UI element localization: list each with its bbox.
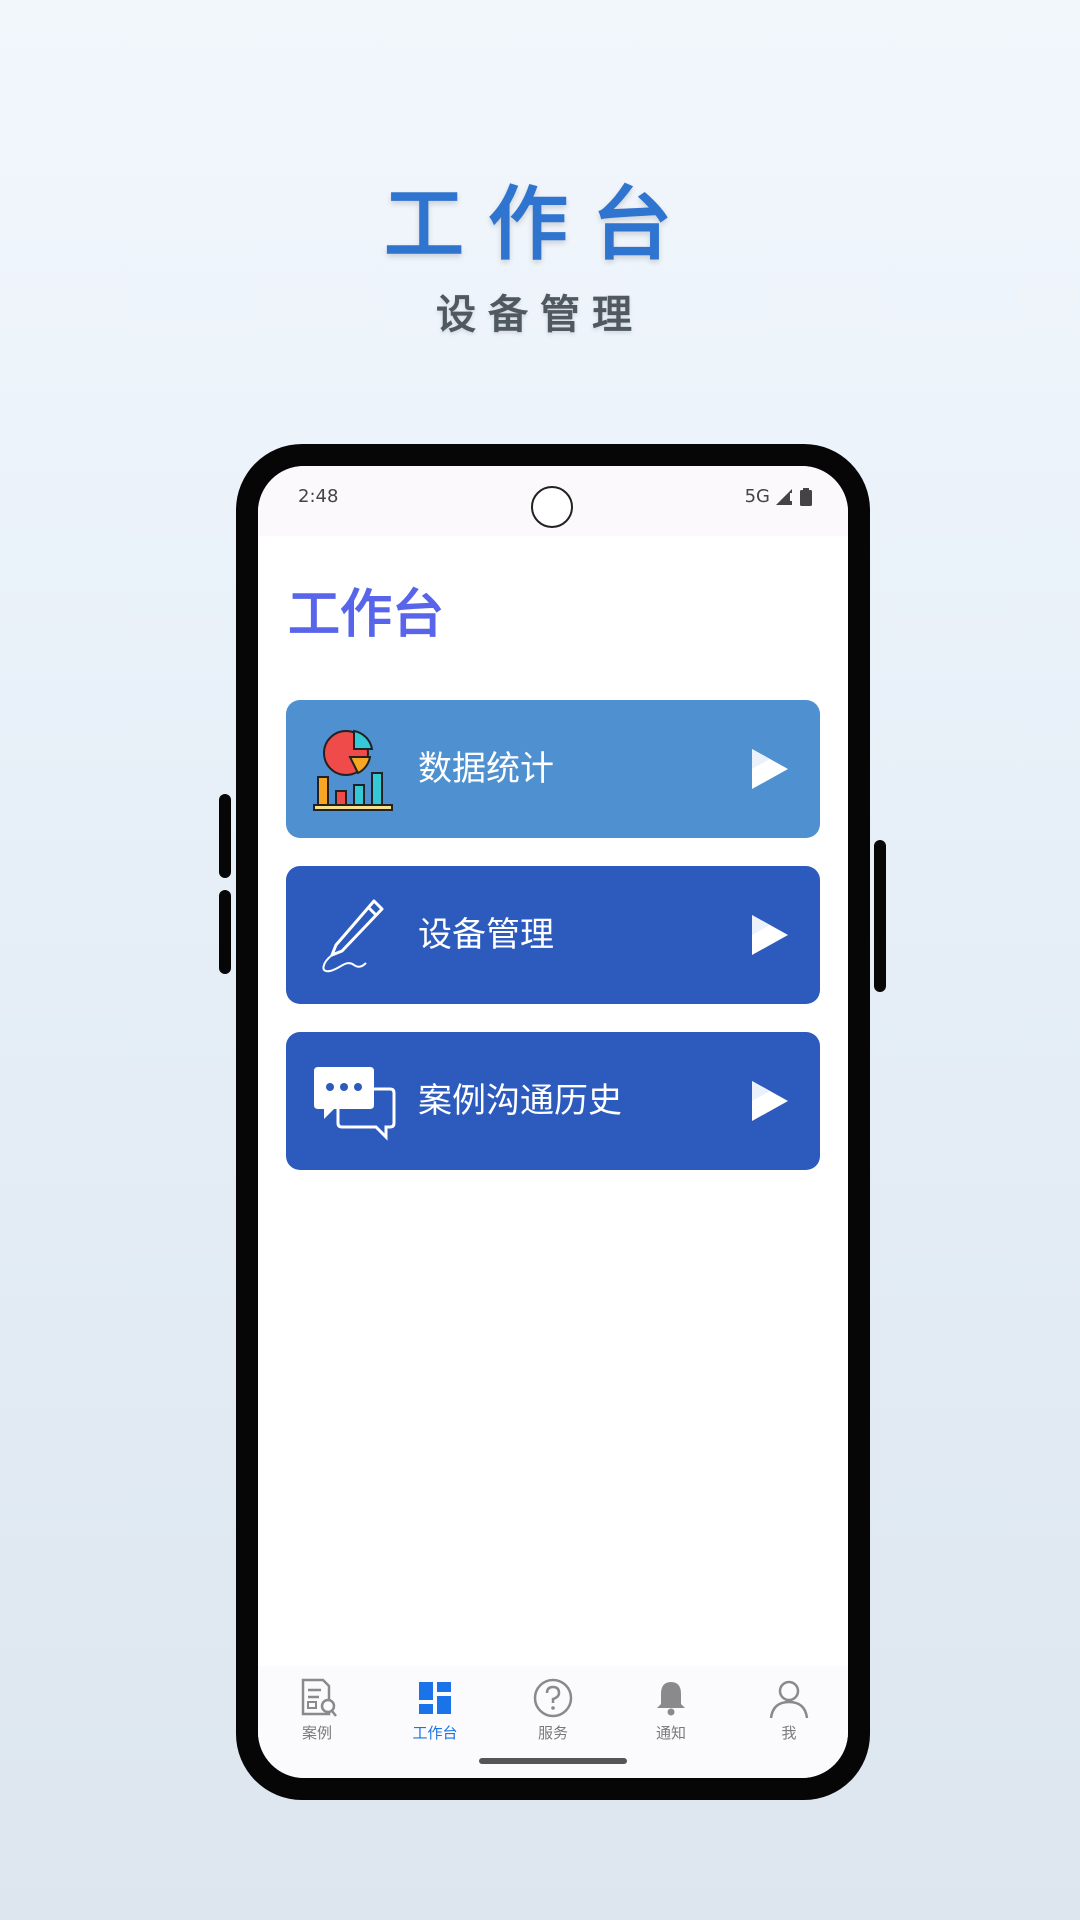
signal-icon (776, 488, 793, 505)
chat-icon (314, 1067, 396, 1141)
network-label: 5G (744, 486, 770, 507)
nav-item-me[interactable]: 我 (730, 1676, 848, 1756)
play-arrow-icon (752, 915, 788, 955)
play-arrow-icon (752, 1081, 788, 1121)
nav-item-dashboard[interactable]: 工作台 (376, 1676, 494, 1756)
phone-power-button (874, 840, 886, 992)
nav-item-notifications[interactable]: 通知 (612, 1676, 730, 1756)
pen-icon (322, 899, 384, 973)
phone-volume-up-button (219, 794, 231, 878)
nav-label: 案例 (301, 1724, 332, 1742)
phone-volume-down-button (219, 890, 231, 974)
promo-title: 工作台 (384, 178, 696, 271)
menu-item-case-communication-history[interactable]: 案例沟通历史 (286, 1032, 820, 1170)
user-icon (769, 1680, 809, 1719)
status-indicators: 5G (745, 486, 812, 507)
status-bar: 2:48 5G (258, 466, 848, 536)
nav-item-case[interactable]: 案例 (258, 1676, 376, 1756)
nav-item-service[interactable]: 服务 (494, 1676, 612, 1756)
nav-label: 我 (781, 1724, 797, 1742)
play-arrow-icon (752, 749, 788, 789)
chart-icon (313, 729, 393, 811)
bell-icon (657, 1682, 685, 1716)
menu-item-label: 案例沟通历史 (418, 1081, 622, 1121)
home-indicator (479, 1758, 627, 1764)
menu-item-label: 数据统计 (418, 749, 554, 789)
status-time: 2:48 (298, 486, 339, 507)
battery-icon (800, 487, 812, 506)
bottom-nav: 案例 工作台 服务 通知 我 (258, 1666, 848, 1778)
nav-label: 工作台 (412, 1724, 458, 1742)
help-icon (533, 1678, 573, 1718)
nav-label: 通知 (655, 1724, 686, 1742)
menu-item-label: 设备管理 (418, 915, 554, 955)
case-icon (301, 1678, 337, 1717)
promo-subtitle: 设备管理 (436, 292, 644, 338)
dashboard-icon (419, 1682, 451, 1714)
camera-cutout (531, 486, 573, 528)
nav-label: 服务 (537, 1724, 568, 1742)
phone-screen: 2:48 5G 工作台 数据统计 设备管理 案例沟通历史 案例 工作台 服务 通… (258, 466, 848, 1778)
menu-item-device-management[interactable]: 设备管理 (286, 866, 820, 1004)
menu-item-data-statistics[interactable]: 数据统计 (286, 700, 820, 838)
page-title: 工作台 (288, 585, 445, 645)
